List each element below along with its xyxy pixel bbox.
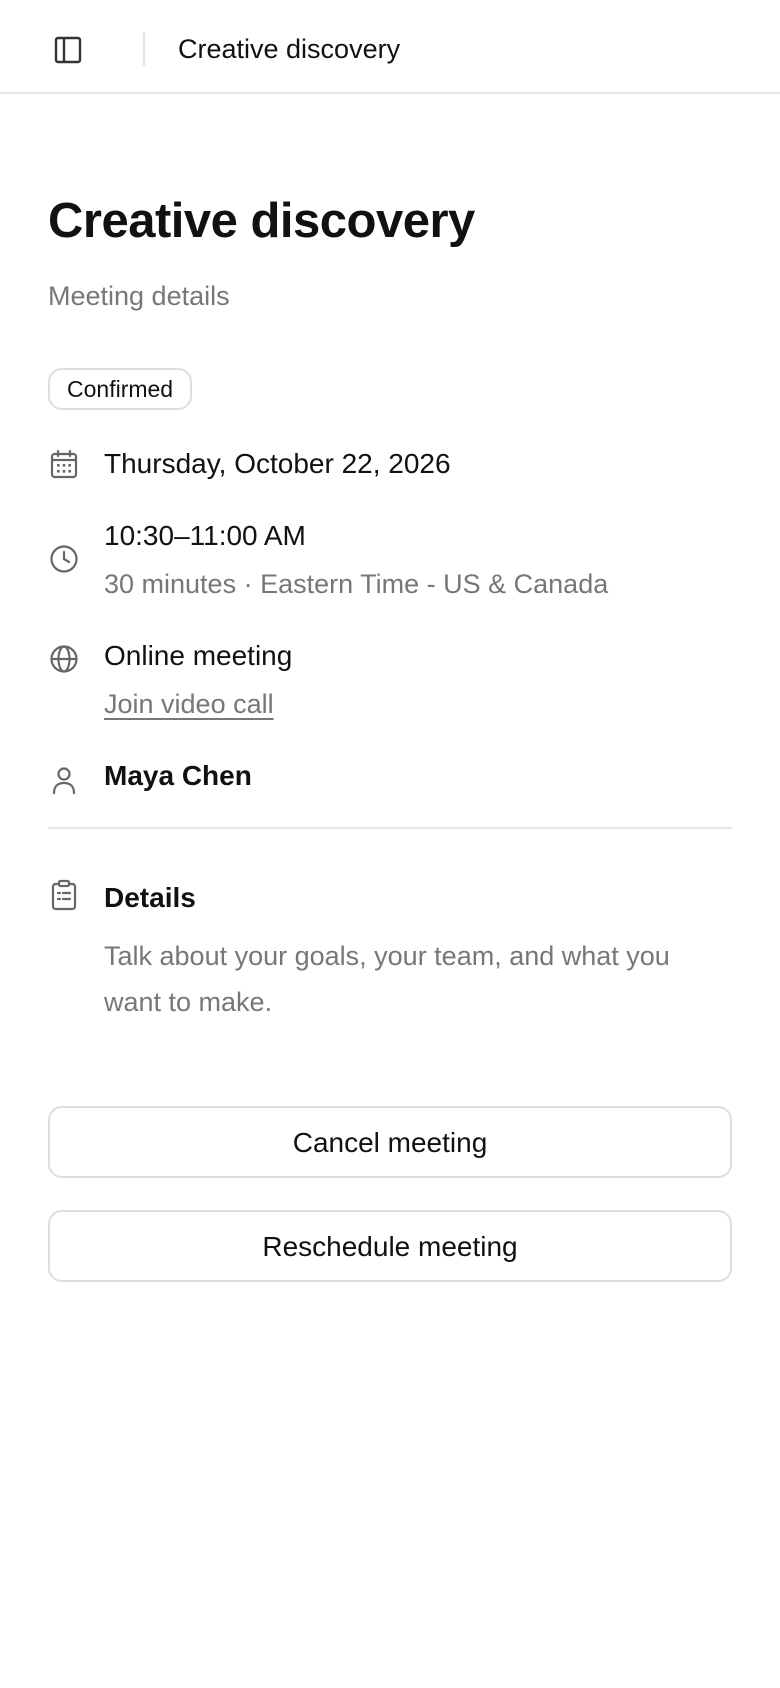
details-heading: Details [104,882,196,913]
topbar-title: Creative discovery [178,34,401,64]
reschedule-meeting-button[interactable]: Reschedule meeting [48,1210,732,1282]
host-name: Maya Chen [104,760,252,791]
cancel-meeting-button[interactable]: Cancel meeting [48,1106,732,1178]
page-title: Creative discovery [48,194,475,248]
sidebar-panel-icon [54,36,82,64]
status-badge: Confirmed [48,368,193,410]
meeting-time: 10:30–11:00 AM [104,520,306,551]
calendar-icon [48,448,80,480]
join-video-call-link[interactable]: Join video call [104,686,274,722]
topbar-divider [143,32,145,66]
sidebar-toggle-button[interactable] [48,30,88,70]
page-subtitle: Meeting details [48,281,230,311]
details-description: Talk about your goals, your team, and wh… [104,941,670,1017]
section-divider [48,827,732,829]
meeting-date: Thursday, October 22, 2026 [104,448,451,479]
clipboard-icon [48,879,80,911]
clock-icon [48,543,80,575]
top-bar: Creative discovery [0,0,780,94]
location-type: Online meeting [104,640,293,671]
meeting-duration-timezone: 30 minutes · Eastern Time - US & Canada [104,569,609,599]
globe-icon [48,643,80,675]
person-icon [48,764,80,796]
